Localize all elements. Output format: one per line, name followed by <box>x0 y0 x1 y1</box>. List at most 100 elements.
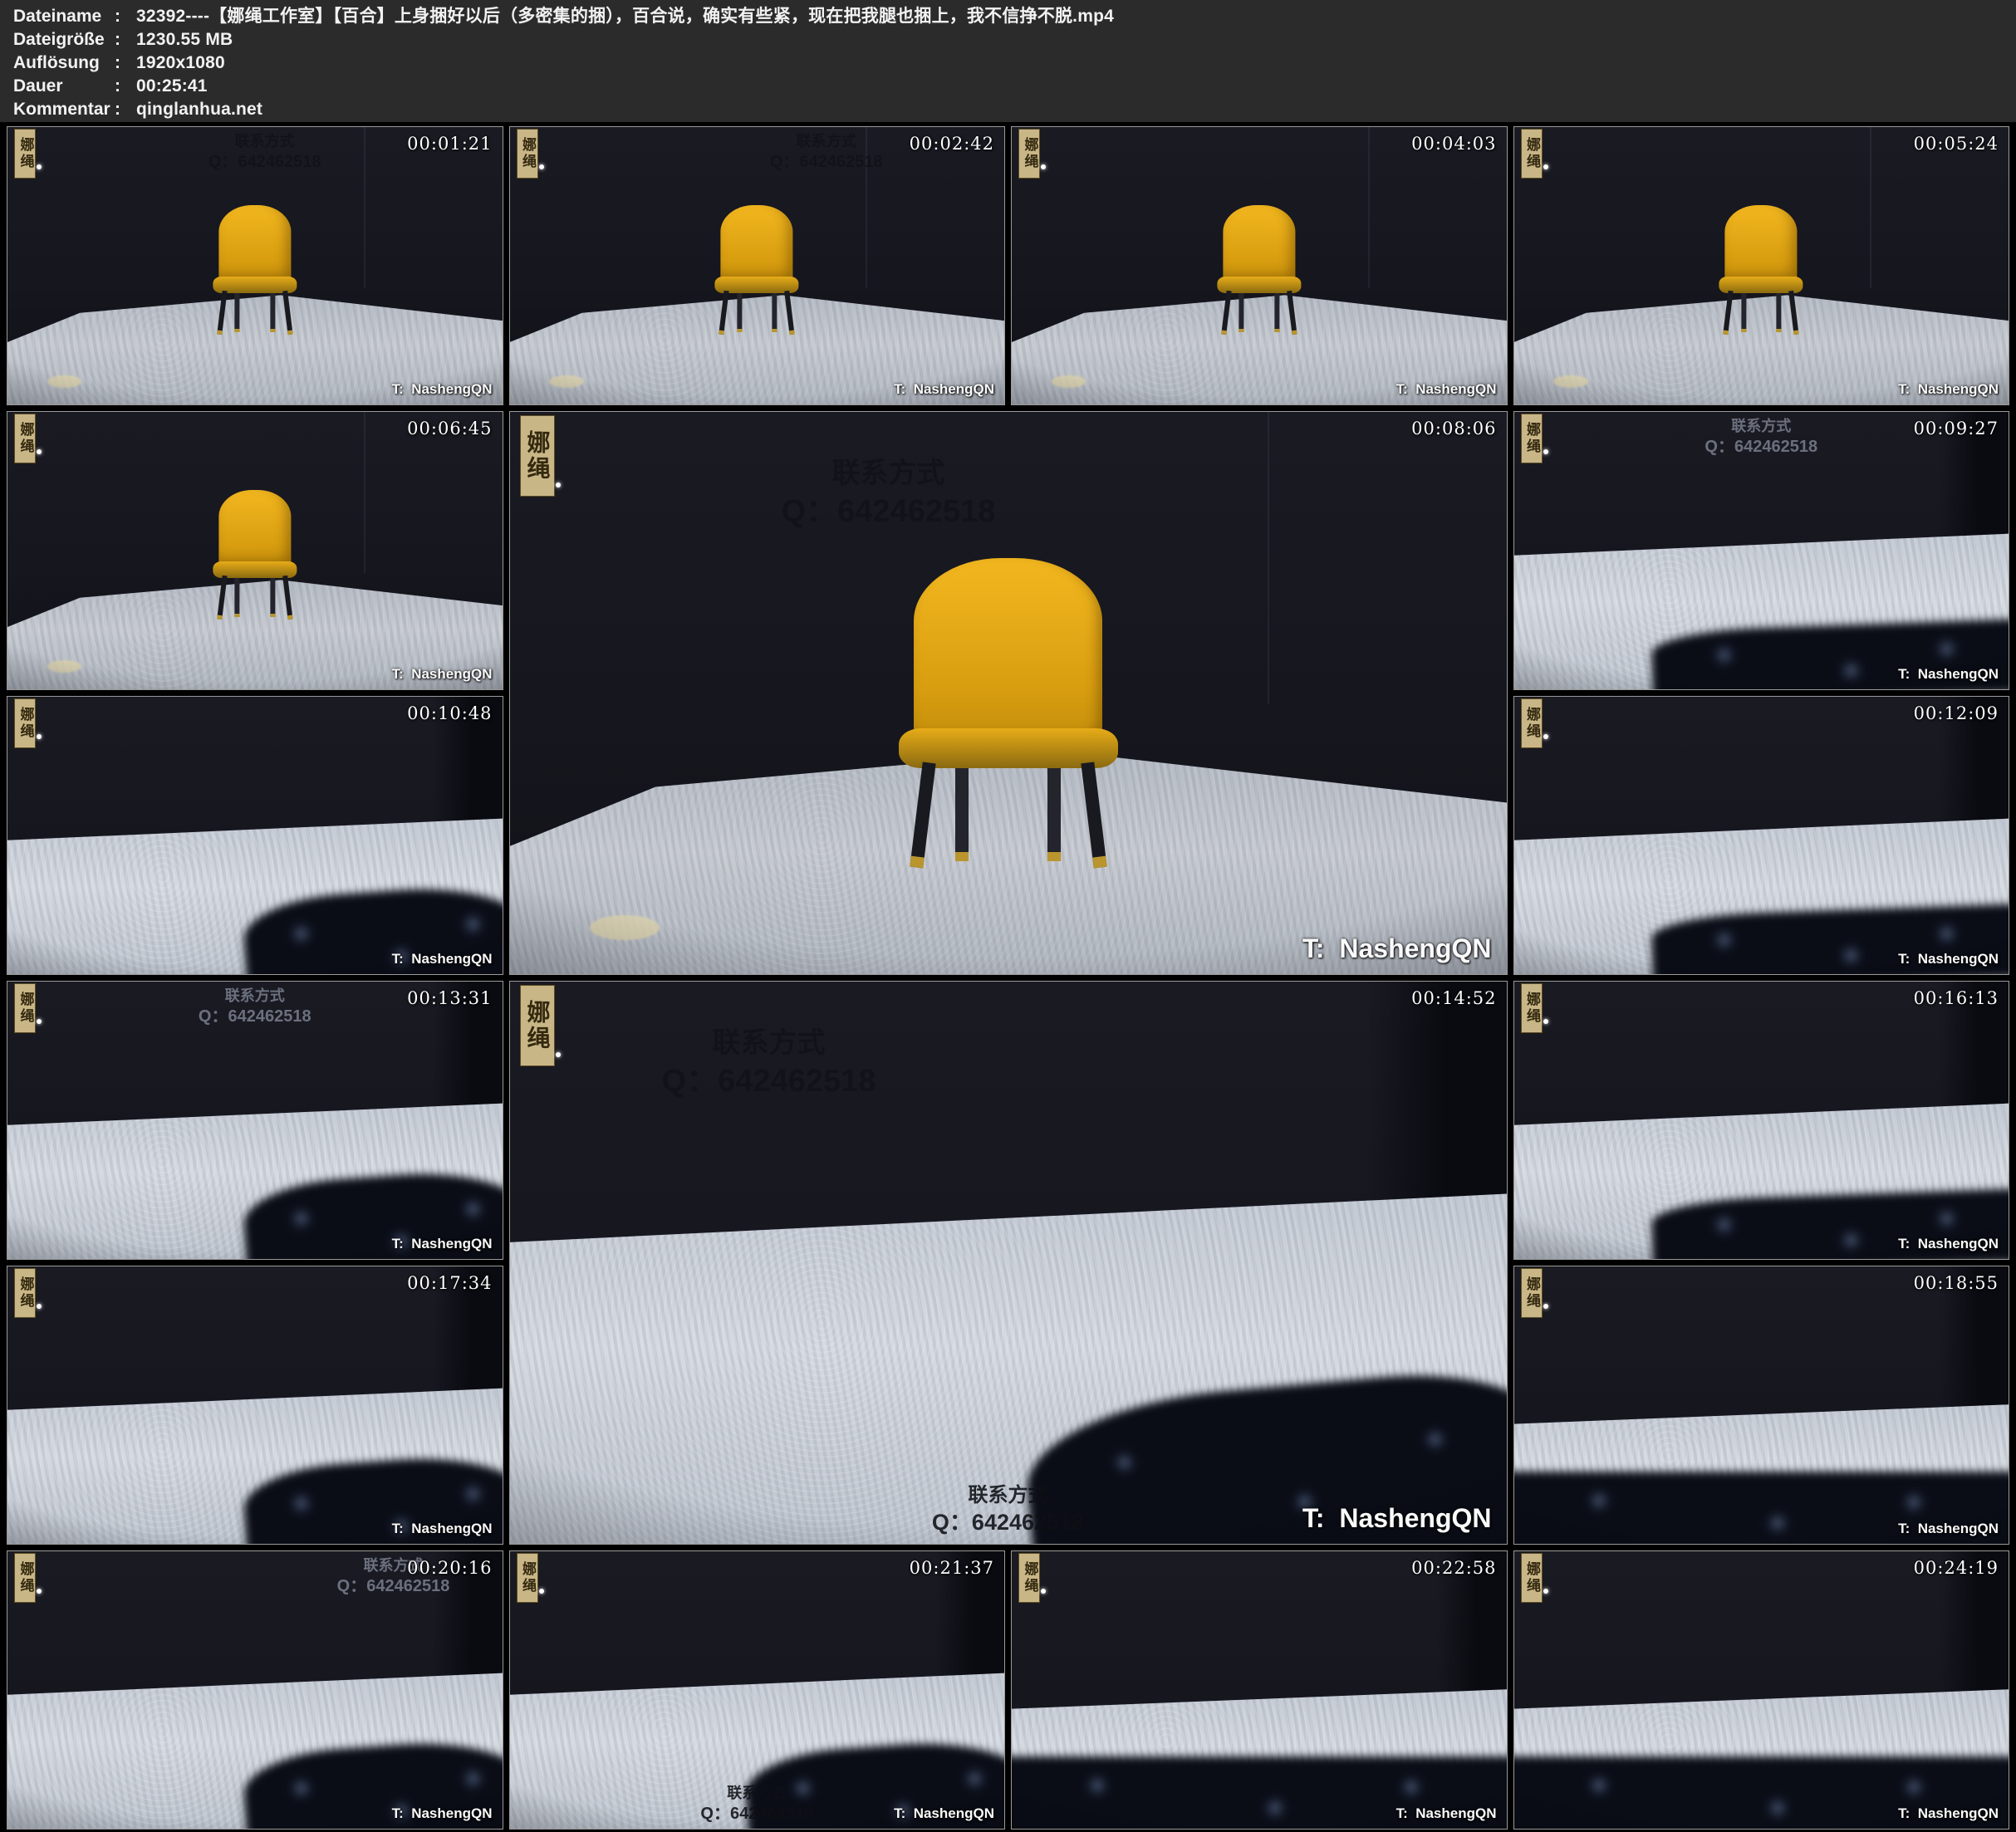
video-thumbnail[interactable]: 娜绳 00:22:58 T: NashengQN <box>1011 1550 1508 1830</box>
contact-watermark-line1: 联系方式 <box>662 1025 876 1061</box>
frame-timestamp: 00:24:19 <box>1914 1558 1999 1578</box>
video-thumbnail[interactable]: 娜绳 00:04:03 T: NashengQN <box>1011 126 1508 405</box>
author-watermark: T: NashengQN <box>894 1805 994 1822</box>
author-watermark: T: NashengQN <box>1898 1805 1999 1822</box>
frame-timestamp: 00:10:48 <box>407 703 492 723</box>
studio-seal-stamp: 娜绳 <box>517 1553 538 1603</box>
studio-seal-stamp: 娜绳 <box>520 415 555 497</box>
contact-watermark: 联系方式 Q：642462518 <box>782 455 996 533</box>
meta-row-resolution: Auflösung:1920x1080 <box>13 51 2016 75</box>
contact-watermark: 联系方式 Q：642462518 <box>1705 417 1817 458</box>
video-frame-scene <box>1514 1551 2009 1829</box>
studio-seal-stamp: 娜绳 <box>1521 414 1543 463</box>
contact-watermark-line1: 联系方式 <box>700 1784 813 1803</box>
video-thumbnail[interactable]: 娜绳 联系方式 Q：642462518 00:21:37 T: NashengQ… <box>509 1550 1006 1830</box>
vignette <box>1514 127 2009 404</box>
contact-watermark-line2: Q：642462518 <box>662 1061 876 1102</box>
vignette <box>1514 982 2009 1259</box>
seal-text: 娜绳 <box>526 430 549 482</box>
video-frame-scene <box>1012 127 1507 404</box>
frame-timestamp: 00:08:06 <box>1411 419 1496 438</box>
meta-separator: : <box>115 51 136 75</box>
seal-text: 娜绳 <box>1524 707 1538 740</box>
meta-separator: : <box>115 5 136 28</box>
video-frame-scene <box>1012 1551 1507 1829</box>
studio-seal-stamp: 娜绳 <box>1521 1553 1543 1603</box>
contact-watermark-line2: Q：642462518 <box>199 1006 311 1027</box>
video-frame-scene <box>1514 1266 2009 1544</box>
meta-value-filename: 32392----【娜绳工作室】【百合】上身捆好以后（多密集的捆），百合说，确实… <box>136 7 1114 26</box>
video-thumbnail[interactable]: 娜绳 联系方式 Q：642462518 00:02:42 T: NashengQ… <box>509 126 1006 405</box>
vignette <box>1514 1551 2009 1829</box>
frame-timestamp: 00:22:58 <box>1411 1558 1496 1578</box>
author-watermark: T: NashengQN <box>392 666 493 683</box>
video-thumbnail[interactable]: 娜绳 00:12:09 T: NashengQN <box>1513 696 2010 975</box>
metadata-header: Dateiname:32392----【娜绳工作室】【百合】上身捆好以后（多密集… <box>0 0 2016 122</box>
video-frame-scene <box>510 982 1507 1544</box>
contact-watermark: 联系方式 Q：642462518 <box>208 132 321 173</box>
video-thumbnail[interactable]: 娜绳 00:10:48 T: NashengQN <box>7 696 503 975</box>
video-frame-scene <box>7 697 503 974</box>
contact-watermark-line1: 联系方式 <box>208 132 321 151</box>
seal-text: 娜绳 <box>1524 422 1538 455</box>
author-watermark: T: NashengQN <box>1898 1236 1999 1252</box>
contact-watermark-bottom: 联系方式 Q：642462518 <box>932 1482 1084 1537</box>
studio-seal-stamp: 娜绳 <box>14 414 36 463</box>
seal-text: 娜绳 <box>18 707 32 740</box>
author-watermark: T: NashengQN <box>1898 951 1999 967</box>
contact-watermark-line1: 联系方式 <box>199 987 311 1006</box>
frame-timestamp: 00:06:45 <box>407 419 492 438</box>
studio-seal-stamp: 娜绳 <box>14 983 36 1033</box>
studio-seal-stamp: 娜绳 <box>517 129 538 179</box>
frame-timestamp: 00:05:24 <box>1914 134 1999 154</box>
vignette <box>510 412 1507 974</box>
video-thumbnail[interactable]: 娜绳 联系方式 Q：642462518 00:09:27 T: NashengQ… <box>1513 411 2010 690</box>
video-frame-scene <box>1514 697 2009 974</box>
meta-label: Dateigröße <box>13 28 115 51</box>
contact-watermark-bottom: 联系方式 Q：642462518 <box>700 1784 813 1825</box>
seal-text: 娜绳 <box>18 1276 32 1310</box>
meta-separator: : <box>115 75 136 98</box>
vignette <box>1012 127 1507 404</box>
video-thumbnail[interactable]: 娜绳 联系方式 Q：642462518 00:20:16 T: NashengQ… <box>7 1550 503 1830</box>
meta-label: Auflösung <box>13 51 115 75</box>
video-thumbnail[interactable]: 娜绳 联系方式 Q：642462518 联系方式 Q：642462518 00:… <box>509 981 1508 1545</box>
video-thumbnail[interactable]: 娜绳 00:16:13 T: NashengQN <box>1513 981 2010 1260</box>
studio-seal-stamp: 娜绳 <box>1018 129 1040 179</box>
video-thumbnail[interactable]: 娜绳 联系方式 Q：642462518 00:01:21 T: NashengQ… <box>7 126 503 405</box>
video-frame-scene <box>1514 982 2009 1259</box>
video-frame-scene <box>1514 127 2009 404</box>
meta-row-filesize: Dateigröße:1230.55 MB <box>13 28 2016 51</box>
studio-seal-stamp: 娜绳 <box>1521 698 1543 748</box>
video-thumbnail[interactable]: 娜绳 00:24:19 T: NashengQN <box>1513 1550 2010 1830</box>
studio-seal-stamp: 娜绳 <box>1521 983 1543 1033</box>
video-thumbnail[interactable]: 娜绳 联系方式 Q：642462518 00:08:06 T: NashengQ… <box>509 411 1508 975</box>
video-frame-scene <box>7 412 503 689</box>
video-thumbnail[interactable]: 娜绳 00:18:55 T: NashengQN <box>1513 1266 2010 1545</box>
seal-text: 娜绳 <box>1524 1276 1538 1310</box>
seal-text: 娜绳 <box>526 1000 549 1051</box>
seal-text: 娜绳 <box>520 1561 534 1594</box>
frame-timestamp: 00:17:34 <box>407 1273 492 1293</box>
author-watermark: T: NashengQN <box>1396 1805 1497 1822</box>
seal-text: 娜绳 <box>18 992 32 1025</box>
meta-separator: : <box>115 98 136 121</box>
video-thumbnail[interactable]: 娜绳 联系方式 Q：642462518 00:13:31 T: NashengQ… <box>7 981 503 1260</box>
author-watermark: T: NashengQN <box>1898 381 1999 398</box>
contact-watermark: 联系方式 Q：642462518 <box>770 132 883 173</box>
frame-timestamp: 00:16:13 <box>1914 988 1999 1008</box>
vignette <box>1514 697 2009 974</box>
meta-label: Dateiname <box>13 5 115 28</box>
studio-seal-stamp: 娜绳 <box>14 1553 36 1603</box>
contact-watermark-line2: Q：642462518 <box>700 1803 813 1825</box>
video-thumbnail[interactable]: 娜绳 00:06:45 T: NashengQN <box>7 411 503 690</box>
video-thumbnail[interactable]: 娜绳 00:05:24 T: NashengQN <box>1513 126 2010 405</box>
video-thumbnail[interactable]: 娜绳 00:17:34 T: NashengQN <box>7 1266 503 1545</box>
frame-timestamp: 00:21:37 <box>910 1558 994 1578</box>
author-watermark: T: NashengQN <box>1898 666 1999 683</box>
contact-watermark-line2: Q：642462518 <box>932 1508 1084 1537</box>
vignette <box>7 412 503 689</box>
contact-watermark-line2: Q：642462518 <box>782 492 996 532</box>
contact-watermark-line1: 联系方式 <box>932 1482 1084 1508</box>
meta-row-duration: Dauer:00:25:41 <box>13 75 2016 98</box>
